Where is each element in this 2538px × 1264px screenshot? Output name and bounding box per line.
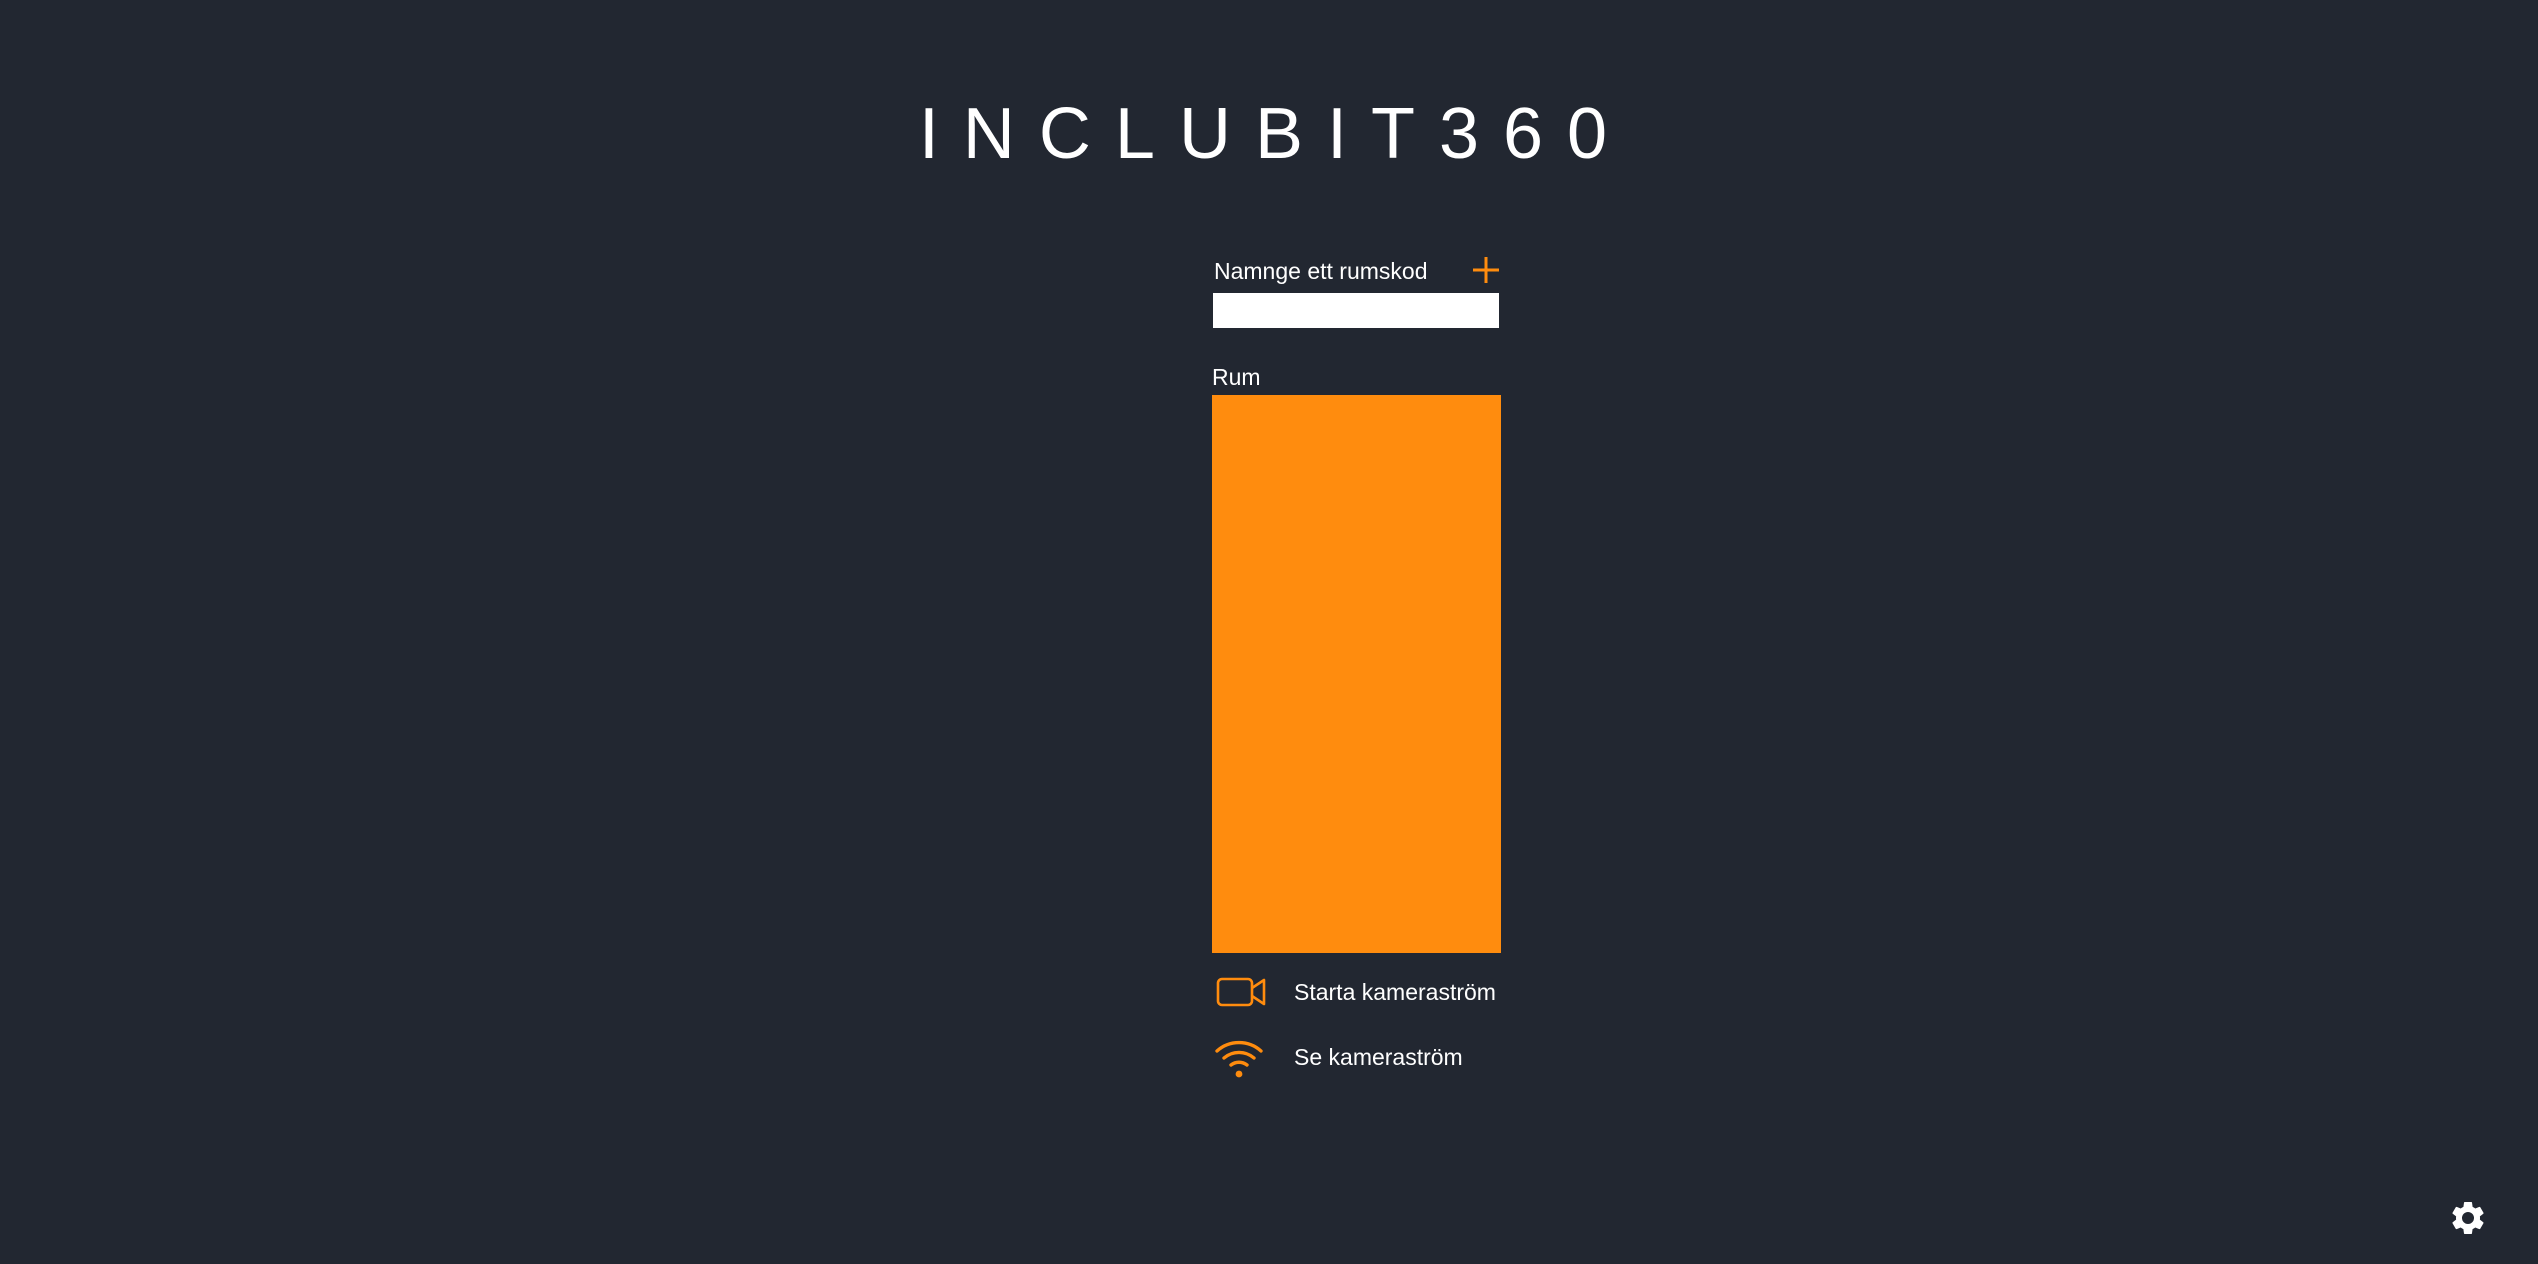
app-title: INCLUBIT360: [918, 94, 1632, 174]
video-camera-icon: [1212, 970, 1268, 1014]
start-camera-stream-label: Starta kameraström: [1294, 979, 1496, 1005]
settings-button[interactable]: [2448, 1198, 2488, 1238]
gear-icon: [2452, 1202, 2484, 1234]
rooms-label: Rum: [1212, 364, 1261, 390]
room-code-section: Namnge ett rumskod: [1212, 250, 1502, 292]
plus-icon: [1473, 257, 1499, 283]
start-camera-stream-button[interactable]: Starta kameraström: [1212, 970, 1512, 1014]
view-camera-stream-label: Se kameraström: [1294, 1044, 1463, 1070]
room-code-input[interactable]: [1213, 293, 1499, 328]
rooms-list[interactable]: [1212, 395, 1501, 953]
view-camera-stream-button[interactable]: Se kameraström: [1212, 1035, 1512, 1079]
app-root: INCLUBIT360 Namnge ett rumskod Rum Start…: [0, 0, 2538, 1264]
wifi-icon: [1212, 1035, 1268, 1079]
add-room-button[interactable]: [1470, 254, 1502, 286]
room-code-header: Namnge ett rumskod: [1212, 250, 1502, 292]
room-code-label: Namnge ett rumskod: [1214, 258, 1428, 284]
